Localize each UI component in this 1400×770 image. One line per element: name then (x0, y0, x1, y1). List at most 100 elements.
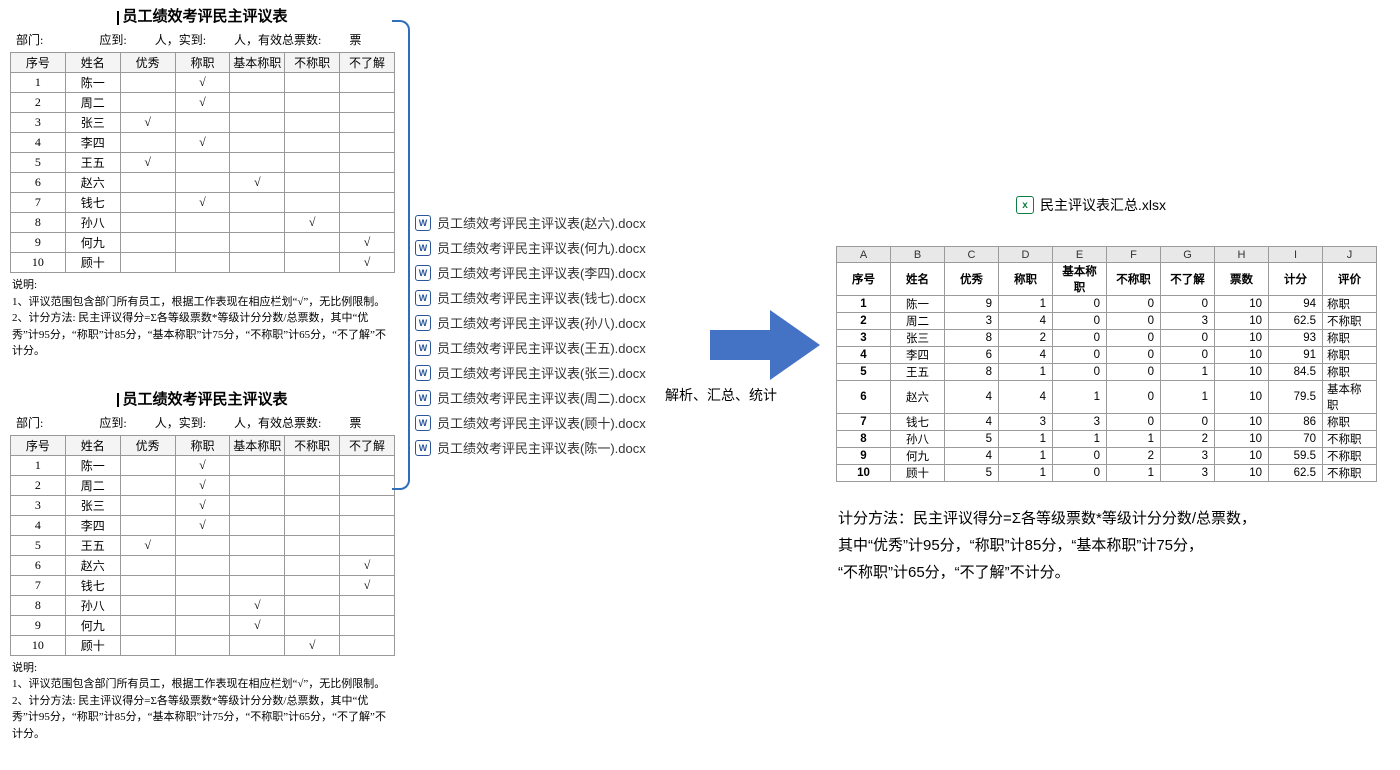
summary-spreadsheet: ABCDEFGHIJ序号姓名优秀称职基本称职不称职不了解票数计分评价1陈一910… (836, 246, 1377, 482)
xl-cell: 0 (1107, 330, 1161, 347)
xl-cell: 5 (837, 364, 891, 381)
xl-column-letter: F (1107, 247, 1161, 263)
xl-cell: 9 (837, 448, 891, 465)
xl-cell: 5 (945, 431, 999, 448)
xl-cell: 3 (999, 414, 1053, 431)
xl-cell: 62.5 (1269, 465, 1323, 482)
xl-cell: 4 (837, 347, 891, 364)
word-icon: W (415, 440, 431, 456)
file-name: 员工绩效考评民主评议表(顾十).docx (437, 413, 646, 432)
xl-cell: 1 (999, 364, 1053, 381)
arrow-icon (710, 310, 820, 384)
xl-cell: 4 (999, 381, 1053, 414)
xl-cell: 5 (945, 465, 999, 482)
xl-column-letter: D (999, 247, 1053, 263)
xl-cell: 1 (1053, 381, 1107, 414)
xl-cell: 62.5 (1269, 313, 1323, 330)
docx-file-item: W员工绩效考评民主评议表(孙八).docx (415, 310, 670, 335)
vote-table-row: 8孙八√ (11, 213, 395, 233)
vote-table-header: 序号 (11, 435, 66, 455)
vote-table-header: 基本称职 (230, 53, 285, 73)
xl-cell: 79.5 (1269, 381, 1323, 414)
xl-cell: 2 (1161, 431, 1215, 448)
xl-cell: 70 (1269, 431, 1323, 448)
xl-cell: 10 (1215, 414, 1269, 431)
xl-header-cell: 称职 (999, 263, 1053, 296)
doc-notes: 说明:1、评议范围包含部门所有员工，根据工作表现在相应栏划“√”，无比例限制。2… (10, 656, 395, 743)
file-name: 员工绩效考评民主评议表(周二).docx (437, 388, 646, 407)
vote-table-row: 7钱七√ (11, 193, 395, 213)
xl-cell: 10 (1215, 296, 1269, 313)
vote-table: 序号姓名优秀称职基本称职不称职不了解1陈一√2周二√3张三√4李四√5王五√6赵… (10, 435, 395, 656)
xl-cell: 李四 (891, 347, 945, 364)
word-icon: W (415, 240, 431, 256)
vote-table-row: 5王五√ (11, 153, 395, 173)
xl-cell: 6 (837, 381, 891, 414)
scoring-formula-text: 计分方法：民主评议得分=Σ各等级票数*等级计分分数/总票数， 其中“优秀”计95… (838, 505, 1378, 586)
xl-cell: 0 (1053, 330, 1107, 347)
xl-cell: 0 (1053, 296, 1107, 313)
docx-file-item: W员工绩效考评民主评议表(张三).docx (415, 360, 670, 385)
xl-cell: 0 (1107, 381, 1161, 414)
xl-cell: 称职 (1323, 364, 1377, 381)
xl-cell: 2 (1107, 448, 1161, 465)
xl-cell: 0 (1053, 364, 1107, 381)
vote-table-header: 不称职 (285, 53, 340, 73)
xl-cell: 1 (1107, 465, 1161, 482)
file-name: 员工绩效考评民主评议表(陈一).docx (437, 438, 646, 457)
file-name: 员工绩效考评民主评议表(李四).docx (437, 263, 646, 282)
xl-header-cell: 不称职 (1107, 263, 1161, 296)
xl-header-cell: 序号 (837, 263, 891, 296)
file-name: 员工绩效考评民主评议表(赵六).docx (437, 213, 646, 232)
vote-table-row: 3张三√ (11, 113, 395, 133)
xl-cell: 86 (1269, 414, 1323, 431)
xl-cell: 不称职 (1323, 465, 1377, 482)
xl-cell: 陈一 (891, 296, 945, 313)
xl-cell: 2 (999, 330, 1053, 347)
xl-cell: 8 (945, 364, 999, 381)
xl-cell: 称职 (1323, 330, 1377, 347)
xl-cell: 1 (1161, 364, 1215, 381)
xl-cell: 0 (1053, 313, 1107, 330)
output-file-name: 民主评议表汇总.xlsx (1040, 195, 1166, 215)
xl-data-row: 3张三820001093称职 (837, 330, 1377, 347)
xl-cell: 1 (1053, 431, 1107, 448)
formula-line: 计分方法：民主评议得分=Σ各等级票数*等级计分分数/总票数， (838, 505, 1378, 532)
file-name: 员工绩效考评民主评议表(钱七).docx (437, 288, 646, 307)
vote-table-row: 6赵六√ (11, 173, 395, 193)
xl-data-row: 7钱七433001086称职 (837, 414, 1377, 431)
xl-cell: 0 (1053, 465, 1107, 482)
docx-file-item: W员工绩效考评民主评议表(周二).docx (415, 385, 670, 410)
xl-cell: 张三 (891, 330, 945, 347)
xl-data-row: 4李四640001091称职 (837, 347, 1377, 364)
xl-column-letter: E (1053, 247, 1107, 263)
arrow-label: 解析、汇总、统计 (665, 385, 777, 405)
vote-table-row: 2周二√ (11, 475, 395, 495)
docx-file-item: W员工绩效考评民主评议表(李四).docx (415, 260, 670, 285)
xl-cell: 10 (1215, 364, 1269, 381)
xl-cell: 6 (945, 347, 999, 364)
xl-cell: 3 (837, 330, 891, 347)
vote-table-header: 不称职 (285, 435, 340, 455)
vote-table-header: 姓名 (65, 53, 120, 73)
xl-cell: 84.5 (1269, 364, 1323, 381)
xl-cell: 0 (1161, 414, 1215, 431)
xl-header-cell: 基本称职 (1053, 263, 1107, 296)
vote-table-header: 优秀 (120, 435, 175, 455)
excel-icon: x (1016, 196, 1034, 214)
xl-cell: 0 (1107, 347, 1161, 364)
docx-file-list: W员工绩效考评民主评议表(赵六).docxW员工绩效考评民主评议表(何九).do… (415, 210, 670, 460)
xl-cell: 2 (837, 313, 891, 330)
xl-data-row: 1陈一910001094称职 (837, 296, 1377, 313)
xl-cell: 何九 (891, 448, 945, 465)
vote-table-row: 5王五√ (11, 535, 395, 555)
word-icon: W (415, 340, 431, 356)
xl-cell: 不称职 (1323, 313, 1377, 330)
xl-data-row: 5王五810011084.5称职 (837, 364, 1377, 381)
vote-table-row: 9何九√ (11, 233, 395, 253)
vote-table-row: 4李四√ (11, 133, 395, 153)
vote-table-header: 序号 (11, 53, 66, 73)
vote-table-header: 姓名 (65, 435, 120, 455)
doc-meta-row: 部门:应到:人，实到:人，有效总票数:票 (10, 412, 395, 435)
vote-table-row: 1陈一√ (11, 73, 395, 93)
